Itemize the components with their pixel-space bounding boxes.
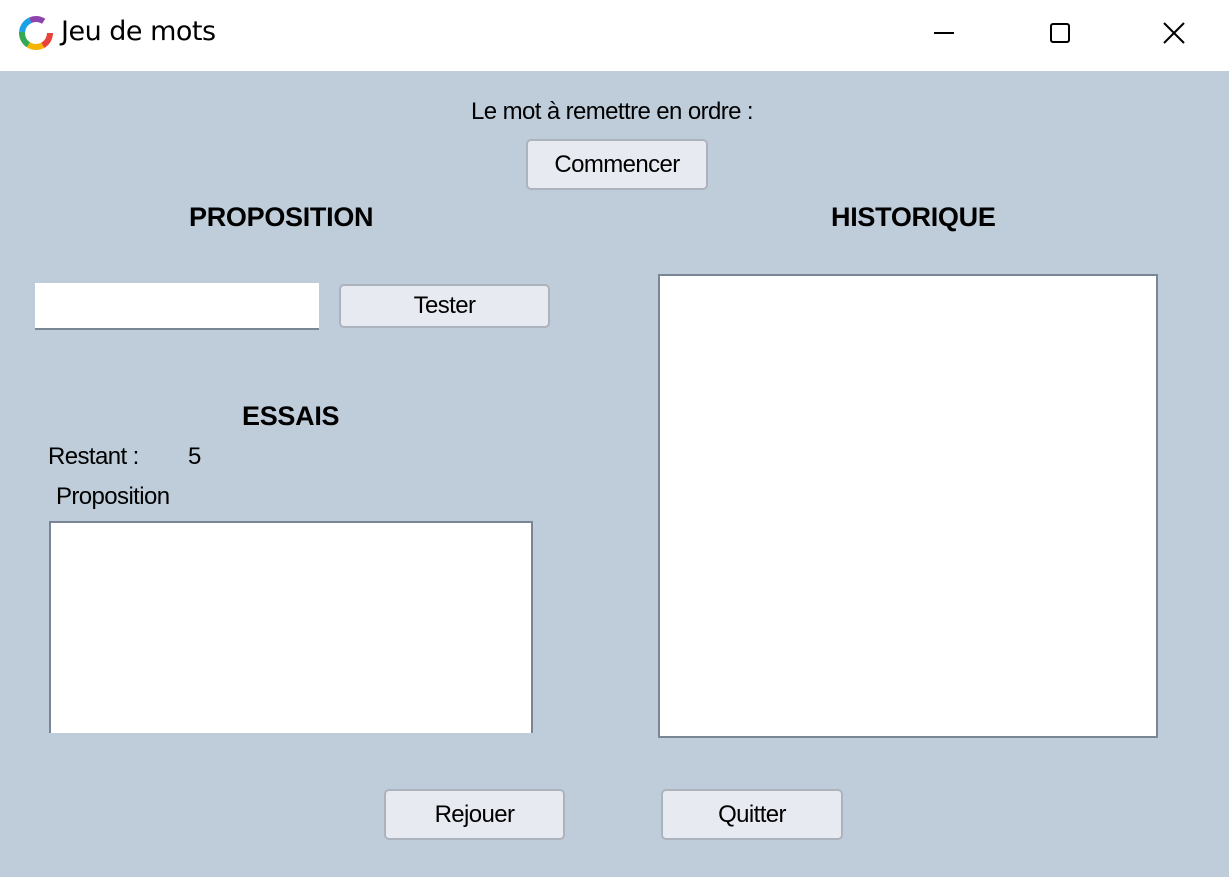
historique-heading: HISTORIQUE (831, 202, 996, 232)
remaining-value: 5 (188, 443, 201, 470)
minimize-button[interactable] (886, 0, 1002, 66)
maximize-icon (1050, 23, 1070, 43)
proposition-input[interactable] (35, 283, 319, 330)
close-icon (1162, 22, 1185, 44)
historique-list[interactable] (658, 274, 1158, 738)
start-button[interactable]: Commencer (526, 139, 708, 190)
title-bar[interactable]: Jeu de mots (0, 0, 1229, 71)
essais-heading: ESSAIS (242, 401, 340, 431)
essais-list[interactable] (49, 521, 533, 733)
close-button[interactable] (1118, 0, 1229, 66)
window-title: Jeu de mots (61, 16, 216, 47)
remaining-label: Restant : (48, 443, 139, 470)
word-prompt-label: Le mot à remettre en ordre : (471, 98, 754, 125)
app-icon (19, 16, 53, 50)
essais-list-header: Proposition (56, 483, 170, 510)
maximize-button[interactable] (1002, 0, 1118, 66)
test-button[interactable]: Tester (339, 284, 550, 328)
proposition-heading: PROPOSITION (189, 202, 374, 232)
minimize-icon (934, 32, 954, 34)
replay-button[interactable]: Rejouer (384, 789, 565, 840)
quit-button[interactable]: Quitter (661, 789, 843, 840)
window-client: Le mot à remettre en ordre : Commencer P… (0, 71, 1229, 877)
